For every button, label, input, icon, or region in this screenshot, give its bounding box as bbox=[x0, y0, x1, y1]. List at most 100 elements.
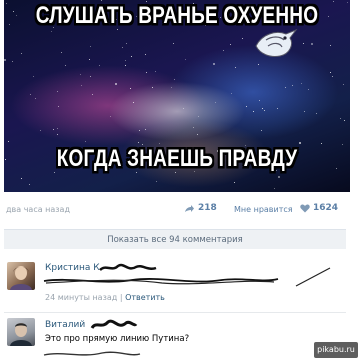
star bbox=[321, 143, 322, 144]
comment-item: Кристина К 24 минуты назад | Ответить bbox=[4, 260, 346, 308]
star bbox=[21, 53, 22, 54]
star bbox=[193, 127, 194, 128]
share-button[interactable]: 218 bbox=[184, 203, 217, 213]
star bbox=[308, 89, 309, 90]
star bbox=[57, 134, 58, 135]
star bbox=[152, 87, 153, 88]
post-meta: два часа назад 218 Мне нравится 1624 bbox=[6, 203, 342, 217]
star bbox=[139, 130, 140, 131]
star bbox=[138, 142, 139, 143]
like-count: 1624 bbox=[313, 203, 339, 213]
star bbox=[126, 43, 127, 44]
avatar-photo bbox=[10, 323, 32, 346]
star bbox=[264, 110, 265, 111]
star bbox=[130, 88, 131, 89]
star bbox=[115, 83, 117, 85]
meme-top-caption: СЛУШАТЬ ВРАНЬЕ ОХУЕННО bbox=[35, 3, 319, 30]
share-icon bbox=[185, 204, 194, 212]
star bbox=[171, 87, 172, 88]
star bbox=[125, 60, 126, 61]
star bbox=[185, 59, 186, 60]
star bbox=[342, 144, 343, 145]
star bbox=[81, 85, 82, 86]
star bbox=[173, 43, 174, 44]
star bbox=[145, 129, 146, 130]
star bbox=[58, 106, 59, 107]
like-button[interactable]: 1624 bbox=[300, 203, 338, 213]
star bbox=[145, 54, 146, 55]
post-image[interactable]: СЛУШАТЬ ВРАНЬЕ ОХУЕННО КОГДА ЗНАЕШЬ ПРАВ… bbox=[4, 0, 350, 192]
star bbox=[343, 84, 344, 85]
star bbox=[316, 113, 317, 114]
star bbox=[242, 38, 243, 39]
star bbox=[278, 176, 280, 178]
star bbox=[142, 144, 143, 145]
star bbox=[90, 76, 91, 77]
star bbox=[90, 46, 91, 47]
comment-author[interactable]: Виталий bbox=[45, 320, 85, 330]
reply-link[interactable]: Ответить bbox=[125, 293, 165, 302]
star bbox=[92, 94, 93, 95]
star bbox=[35, 98, 36, 99]
star bbox=[57, 128, 58, 129]
star bbox=[122, 47, 123, 48]
star bbox=[235, 67, 236, 68]
star bbox=[259, 100, 260, 101]
star bbox=[8, 141, 9, 142]
star bbox=[330, 72, 331, 73]
star bbox=[303, 43, 304, 44]
star bbox=[311, 43, 313, 45]
star bbox=[304, 111, 305, 112]
comment-footer: 24 минуты назад | Ответить bbox=[45, 293, 165, 302]
star bbox=[246, 106, 247, 107]
star bbox=[33, 76, 34, 77]
star bbox=[340, 118, 341, 119]
star bbox=[183, 108, 184, 109]
star bbox=[131, 56, 132, 57]
footer-separator: | bbox=[119, 293, 123, 302]
star bbox=[101, 0, 102, 1]
star bbox=[253, 111, 254, 112]
star bbox=[30, 94, 31, 95]
post-time[interactable]: два часа назад bbox=[6, 205, 70, 214]
comment-author[interactable]: Кристина К bbox=[45, 263, 100, 273]
star bbox=[57, 91, 58, 92]
show-all-comments-button[interactable]: Показать все 94 комментария bbox=[4, 229, 346, 249]
star bbox=[156, 181, 157, 182]
redaction-scribble bbox=[295, 267, 331, 287]
star bbox=[80, 74, 81, 75]
star bbox=[146, 1, 147, 2]
star bbox=[29, 184, 30, 185]
pikabu-watermark: pikabu.ru bbox=[314, 342, 358, 358]
star bbox=[155, 71, 156, 72]
star bbox=[258, 64, 259, 65]
share-count: 218 bbox=[198, 203, 217, 213]
star bbox=[99, 65, 100, 66]
star bbox=[262, 108, 263, 109]
comment-time[interactable]: 24 минуты назад bbox=[45, 293, 117, 302]
star bbox=[333, 1, 334, 2]
star bbox=[110, 116, 111, 117]
star bbox=[53, 129, 54, 130]
bird-icon bbox=[255, 28, 298, 57]
avatar[interactable] bbox=[7, 318, 35, 346]
star bbox=[12, 61, 13, 62]
star bbox=[332, 76, 333, 77]
like-label[interactable]: Мне нравится bbox=[234, 205, 293, 214]
star bbox=[174, 79, 175, 80]
star bbox=[146, 72, 147, 73]
redaction-scribble bbox=[99, 263, 157, 271]
star bbox=[125, 65, 126, 66]
star bbox=[65, 65, 66, 66]
avatar[interactable] bbox=[7, 262, 35, 290]
star bbox=[261, 130, 262, 131]
star bbox=[159, 143, 160, 144]
avatar-photo bbox=[10, 266, 32, 290]
star bbox=[230, 44, 231, 45]
star bbox=[292, 85, 293, 86]
star bbox=[299, 142, 301, 144]
star bbox=[301, 83, 302, 84]
heart-icon bbox=[300, 204, 310, 212]
star bbox=[133, 102, 134, 103]
star bbox=[344, 120, 345, 121]
